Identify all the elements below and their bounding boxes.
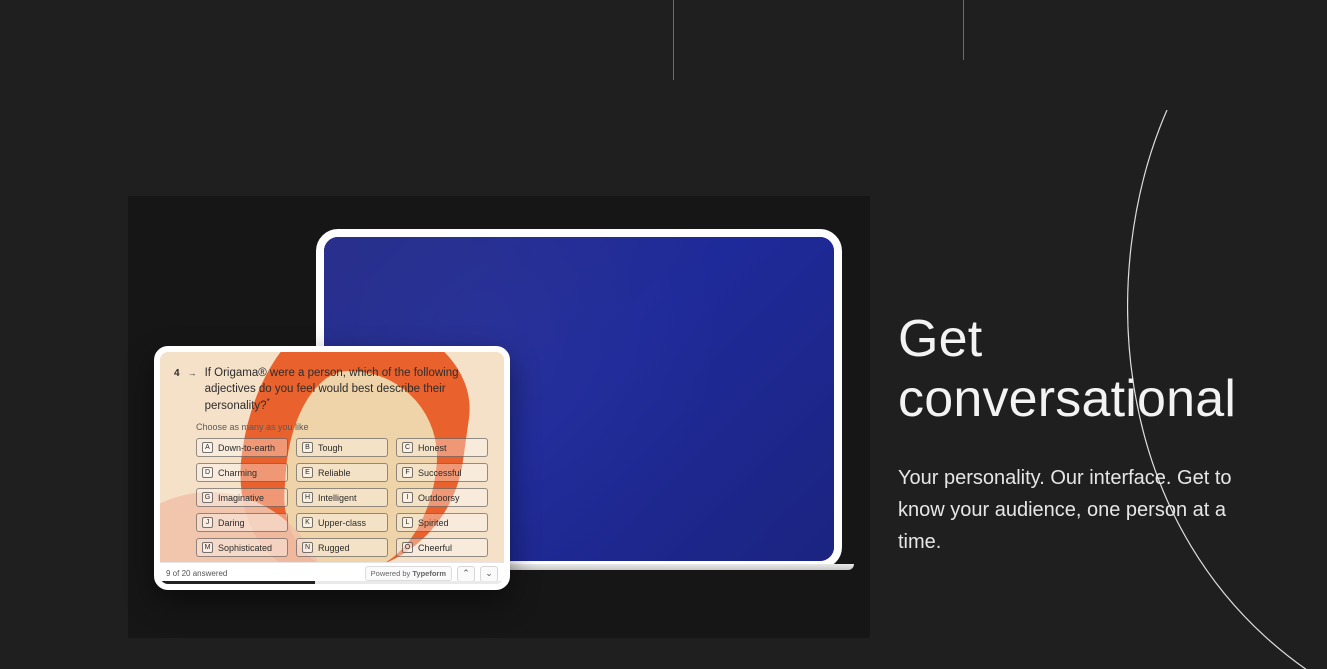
- prev-question-button[interactable]: ⌃: [774, 537, 796, 555]
- answer-option[interactable]: N Rugged: [296, 538, 388, 557]
- powered-by-label: Powered by Typeform: [666, 541, 766, 552]
- arrow-right-icon: →: [366, 320, 376, 331]
- decorative-wire-sphere: [624, 247, 842, 467]
- option-label: Intelligent: [318, 493, 357, 503]
- answer-option[interactable]: G Imaginative: [196, 488, 288, 507]
- option-key: A: [202, 442, 213, 453]
- answer-option[interactable]: I Outdoorsy: [396, 488, 488, 507]
- answer-option[interactable]: F Successful: [396, 463, 488, 482]
- option-key: G: [202, 492, 213, 503]
- arrow-right-icon: →: [188, 367, 197, 414]
- question-number: 4: [174, 367, 180, 414]
- powered-by-badge[interactable]: Powered by Typeform: [365, 566, 452, 581]
- option-key: J: [202, 517, 213, 528]
- tablet-question: 4 → If Origama® were a person, which of …: [174, 366, 490, 414]
- hero-body: Your personality. Our interface. Get to …: [898, 462, 1268, 558]
- partial-option-text: not: [516, 433, 533, 447]
- answer-option[interactable]: K Upper-class: [296, 513, 388, 532]
- option-label: Charming: [218, 468, 257, 478]
- option-key: N: [302, 542, 313, 553]
- required-asterisk: *: [267, 397, 270, 406]
- progress-text: 9 of 20 answered: [166, 569, 227, 578]
- option-label: Imaginative: [218, 493, 264, 503]
- laptop-question: 4 → Would you use an alternative if Nuvis…: [352, 315, 806, 350]
- answer-option[interactable]: A Down-to-earth: [196, 438, 288, 457]
- option-label: Daring: [218, 518, 245, 528]
- answer-option[interactable]: H Intelligent: [296, 488, 388, 507]
- previous-answer-faded: I love it when I use it - I just don't u…: [324, 247, 834, 263]
- laptop-footer: Powered by Typeform ⌃ ⌄: [666, 537, 824, 555]
- option-key: C: [402, 442, 413, 453]
- answer-option[interactable]: J Daring: [196, 513, 288, 532]
- option-key: M: [202, 542, 213, 553]
- option-key: D: [202, 467, 213, 478]
- option-label: Down-to-earth: [218, 443, 275, 453]
- answer-option[interactable]: D Charming: [196, 463, 288, 482]
- question-text: Would you use an alternative if Nuvis wa…: [352, 315, 757, 350]
- option-key: O: [402, 542, 413, 553]
- question-text: If Origama® were a person, which of the …: [205, 367, 459, 412]
- question-number: 4: [352, 319, 358, 331]
- option-label: Reliable: [318, 468, 351, 478]
- next-question-button[interactable]: ⌄: [480, 566, 498, 582]
- option-label: Honest: [418, 443, 447, 453]
- next-question-button[interactable]: ⌄: [802, 537, 824, 555]
- decorative-line: [673, 0, 674, 80]
- option-label: Cheerful: [418, 543, 452, 553]
- option-key: L: [402, 517, 413, 528]
- demo-tablet: 4 → If Origama® were a person, which of …: [154, 346, 510, 590]
- answer-option[interactable]: E Reliable: [296, 463, 388, 482]
- question-hint: Choose as many as you like: [196, 422, 490, 432]
- option-key: I: [402, 492, 413, 503]
- answer-option[interactable]: B Tough: [296, 438, 388, 457]
- option-label: Spirited: [418, 518, 449, 528]
- chevron-up-icon: ⌃: [462, 568, 470, 579]
- answer-option[interactable]: L Spirited: [396, 513, 488, 532]
- option-label: Rugged: [318, 543, 350, 553]
- decorative-line: [963, 0, 964, 60]
- answer-option[interactable]: C Honest: [396, 438, 488, 457]
- answer-option[interactable]: M Sophisticated: [196, 538, 288, 557]
- chevron-down-icon: ⌄: [809, 541, 817, 552]
- hero-heading: Get conversational: [898, 310, 1268, 430]
- option-label: Outdoorsy: [418, 493, 460, 503]
- option-key: K: [302, 517, 313, 528]
- option-label: Tough: [318, 443, 343, 453]
- option-label: Successful: [418, 468, 462, 478]
- chevron-down-icon: ⌄: [485, 568, 493, 579]
- answer-option[interactable]: O Cheerful: [396, 538, 488, 557]
- option-key: B: [302, 442, 313, 453]
- option-key: E: [302, 467, 313, 478]
- prev-question-button[interactable]: ⌃: [457, 566, 475, 582]
- option-key: F: [402, 467, 413, 478]
- hero-copy: Get conversational Your personality. Our…: [898, 310, 1268, 558]
- options-grid: A Down-to-earth B Tough C Honest D Charming E Rel…: [196, 438, 490, 557]
- progress-bar-fill: [160, 581, 315, 584]
- option-label: Upper-class: [318, 518, 366, 528]
- option-key: H: [302, 492, 313, 503]
- chevron-up-icon: ⌃: [781, 541, 789, 552]
- required-asterisk: *: [427, 332, 431, 343]
- option-label: Sophisticated: [218, 543, 272, 553]
- tablet-footer: 9 of 20 answered Powered by Typeform ⌃ ⌄: [160, 562, 504, 584]
- progress-bar: [160, 581, 504, 584]
